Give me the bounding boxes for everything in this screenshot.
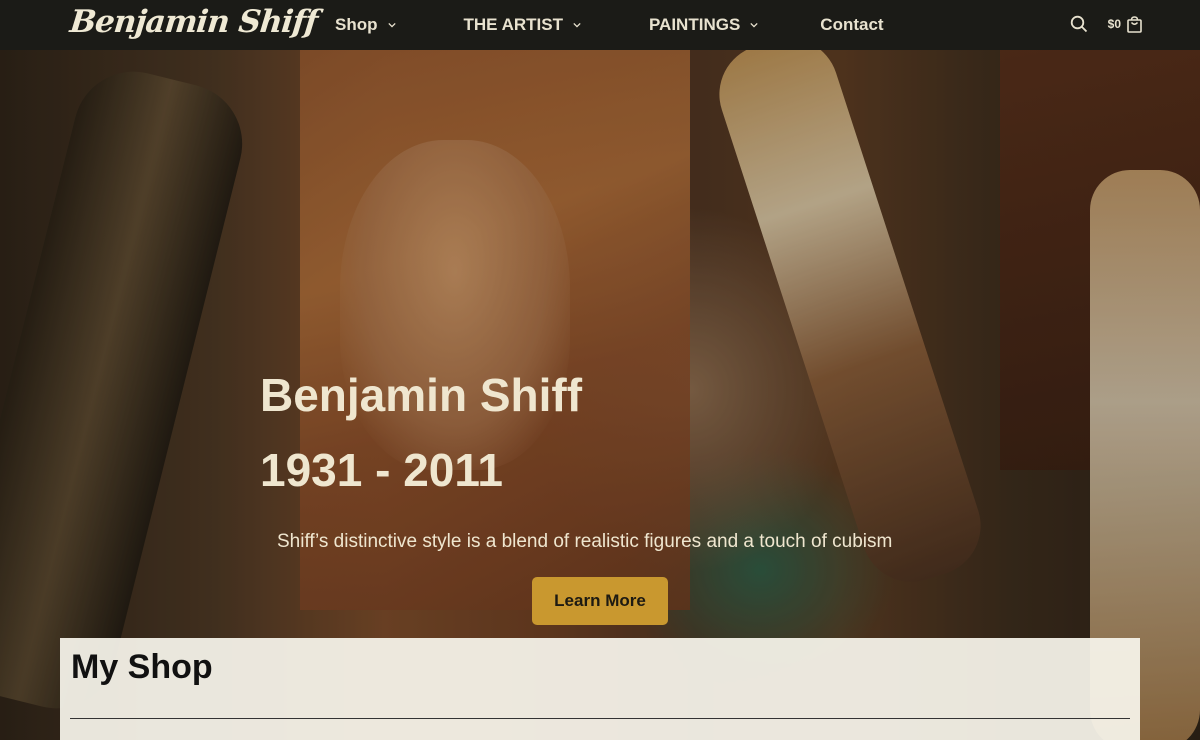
shop-title: My Shop — [71, 648, 213, 686]
chevron-down-icon — [750, 22, 758, 28]
hero-section: Benjamin Shiff 1931 - 2011 Shiff’s disti… — [0, 50, 1200, 740]
header-actions: $0 — [1070, 15, 1142, 33]
hero-overlay — [0, 50, 1200, 740]
site-logo[interactable]: Benjamin Shiff — [68, 4, 319, 40]
nav-item-shop[interactable]: Shop — [335, 15, 396, 35]
nav-item-paintings[interactable]: PAINTINGS — [649, 15, 758, 35]
divider — [70, 718, 1130, 719]
hero-years: 1931 - 2011 — [260, 444, 504, 496]
hero-title: Benjamin Shiff — [260, 369, 583, 421]
site-header: Benjamin Shiff Shop THE ARTIST PAINTINGS… — [0, 0, 1200, 50]
hero-subtitle: Shiff’s distinctive style is a blend of … — [277, 531, 893, 552]
nav-item-contact[interactable]: Contact — [820, 15, 883, 35]
nav-item-label: THE ARTIST — [463, 15, 563, 34]
chevron-down-icon — [387, 22, 396, 28]
nav-item-label: PAINTINGS — [648, 15, 741, 34]
chevron-down-icon — [573, 22, 581, 28]
main-nav: Shop THE ARTIST PAINTINGS Contact — [335, 0, 884, 50]
nav-item-the-artist[interactable]: THE ARTIST — [464, 15, 581, 35]
cart-bag-icon[interactable] — [1127, 15, 1142, 33]
search-icon[interactable] — [1070, 15, 1088, 33]
nav-item-label: Contact — [820, 15, 884, 34]
nav-item-label: Shop — [335, 15, 378, 34]
shop-section: My Shop — [60, 638, 1140, 740]
cart-amount[interactable]: $0 — [1108, 17, 1121, 31]
learn-more-button[interactable]: Learn More — [532, 577, 668, 625]
